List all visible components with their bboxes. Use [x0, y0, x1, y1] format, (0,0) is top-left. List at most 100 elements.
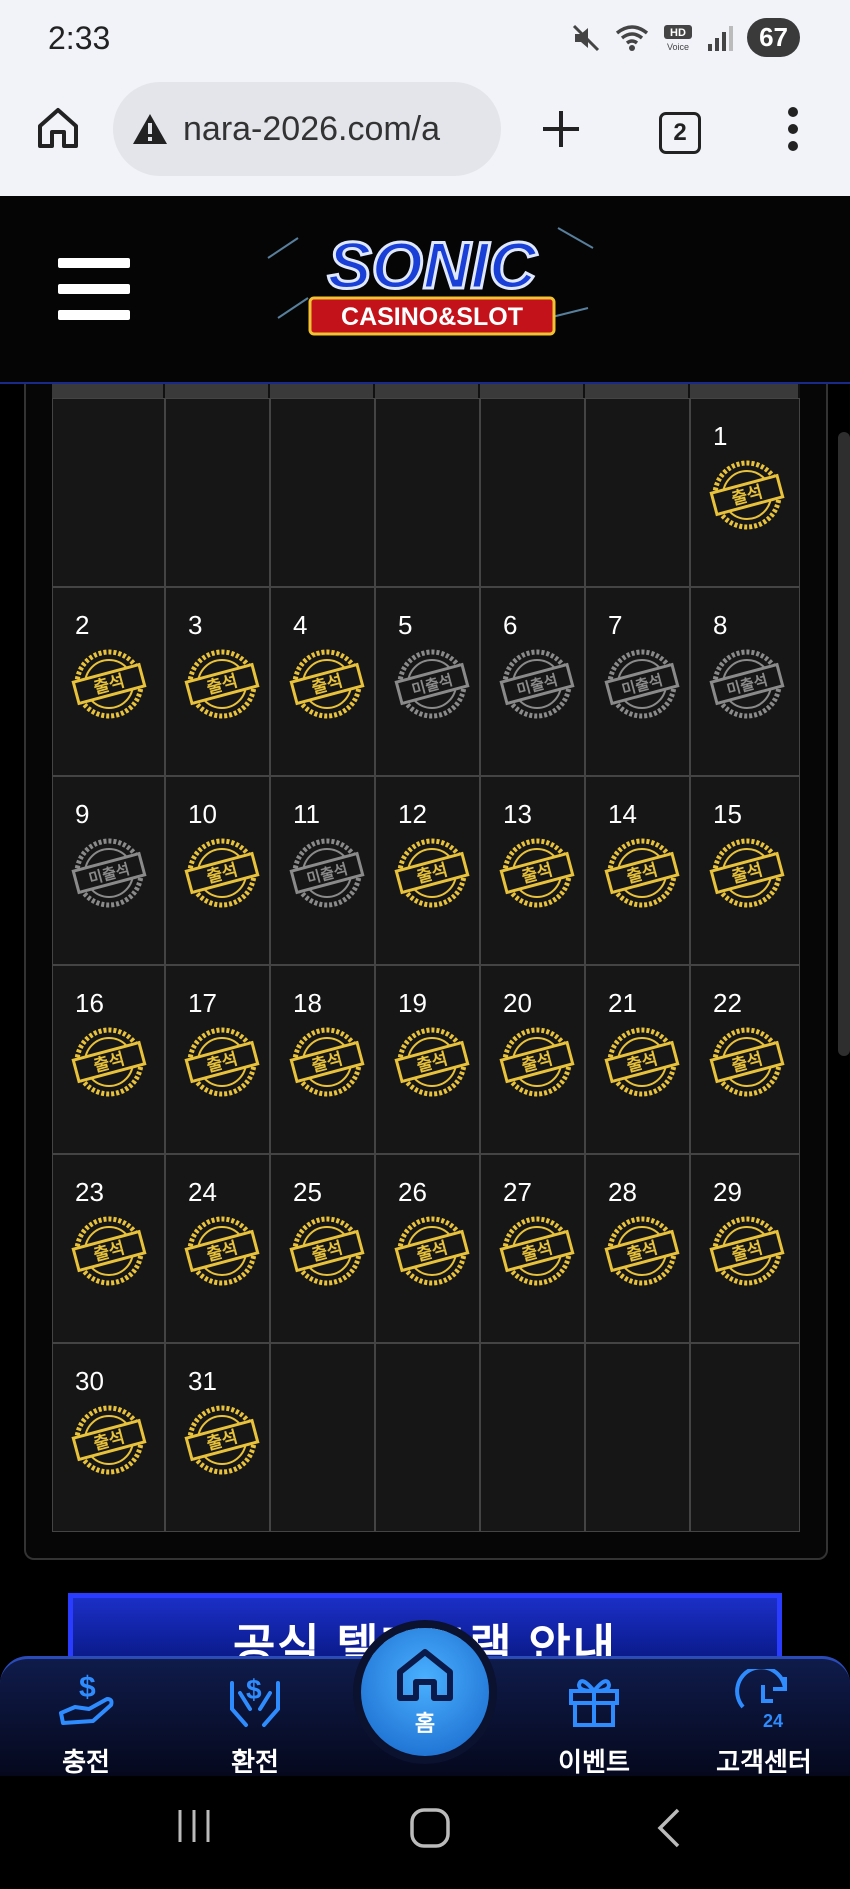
address-bar[interactable]: nara-2026.com/a — [113, 82, 501, 176]
missed-stamp-icon: 미출석 — [709, 649, 785, 719]
home-icon — [397, 1649, 453, 1701]
calendar-day-cell[interactable]: 1 출석 — [690, 398, 800, 587]
calendar-header-cell — [585, 384, 690, 398]
calendar-day-cell[interactable]: 10 출석 — [165, 776, 270, 965]
calendar-header-cell — [270, 384, 375, 398]
nav-deposit-label: 충전 — [62, 1747, 110, 1777]
calendar-day-cell[interactable]: 19 출석 — [375, 965, 480, 1154]
new-tab-icon[interactable] — [540, 108, 582, 150]
calendar-empty-cell — [480, 1343, 585, 1532]
nav-support-label: 고객센터 — [716, 1747, 812, 1777]
calendar-header-cell — [690, 384, 800, 398]
calendar-day-number: 10 — [188, 799, 217, 829]
calendar-day-cell[interactable]: 25 출석 — [270, 1154, 375, 1343]
home-icon[interactable] — [36, 106, 80, 150]
calendar-day-cell[interactable]: 16 출석 — [52, 965, 165, 1154]
calendar-empty-cell — [480, 398, 585, 587]
calendar-day-number: 12 — [398, 799, 427, 829]
attended-stamp-icon: 출석 — [71, 1027, 147, 1097]
logo-text-top: SONIC — [327, 228, 537, 302]
url-text[interactable]: nara-2026.com/a — [183, 110, 440, 149]
attended-stamp-icon: 출석 — [184, 1027, 260, 1097]
attended-stamp-icon: 출석 — [71, 649, 147, 719]
calendar-day-number: 8 — [713, 610, 728, 640]
calendar-day-cell[interactable]: 31 출석 — [165, 1343, 270, 1532]
calendar-day-cell[interactable]: 20 출석 — [480, 965, 585, 1154]
attended-stamp-icon: 출석 — [394, 838, 470, 908]
more-menu-icon[interactable] — [783, 106, 803, 152]
attendance-calendar: 1 출석 2 출석 3 출석 4 출석 5 미출석 6 미출석 7 미출석 8 미출석 9 미출석 10 출석 11 미출… — [24, 384, 828, 1560]
calendar-day-cell[interactable]: 14 출석 — [585, 776, 690, 965]
calendar-day-cell[interactable]: 21 출석 — [585, 965, 690, 1154]
calendar-day-number: 28 — [608, 1177, 637, 1207]
calendar-day-cell[interactable]: 17 출석 — [165, 965, 270, 1154]
calendar-day-cell[interactable]: 12 출석 — [375, 776, 480, 965]
site-header: SONIC CASINO&SLOT — [0, 196, 850, 384]
calendar-day-number: 19 — [398, 988, 427, 1018]
calendar-day-cell[interactable]: 2 출석 — [52, 587, 165, 776]
missed-stamp-icon: 미출석 — [71, 838, 147, 908]
menu-bar — [58, 258, 130, 268]
calendar-empty-cell — [690, 1343, 800, 1532]
system-home-icon[interactable] — [408, 1806, 452, 1850]
calendar-week-row: 23 출석 24 출석 25 출석 26 출석 27 출석 28 출석 29 출석 — [52, 1154, 826, 1343]
calendar-day-cell[interactable]: 8 미출석 — [690, 587, 800, 776]
nav-support[interactable]: 24 고객센터 — [704, 1665, 824, 1779]
calendar-day-number: 31 — [188, 1366, 217, 1396]
calendar-day-cell[interactable]: 3 출석 — [165, 587, 270, 776]
calendar-day-cell[interactable]: 23 출석 — [52, 1154, 165, 1343]
calendar-header-cell — [52, 384, 165, 398]
calendar-day-cell[interactable]: 30 출석 — [52, 1343, 165, 1532]
calendar-day-cell[interactable]: 4 출석 — [270, 587, 375, 776]
nav-withdraw[interactable]: $ 환전 — [195, 1669, 315, 1779]
missed-stamp-icon: 미출석 — [604, 649, 680, 719]
attended-stamp-icon: 출석 — [394, 1027, 470, 1097]
calendar-day-cell[interactable]: 5 미출석 — [375, 587, 480, 776]
calendar-empty-cell — [585, 398, 690, 587]
calendar-header-cell — [480, 384, 585, 398]
attended-stamp-icon: 출석 — [709, 1027, 785, 1097]
recent-apps-icon[interactable] — [174, 1806, 214, 1846]
page-scrollbar[interactable] — [838, 432, 850, 1056]
calendar-day-number: 21 — [608, 988, 637, 1018]
calendar-empty-cell — [270, 398, 375, 587]
status-time: 2:33 — [48, 20, 111, 56]
attended-stamp-icon: 출석 — [184, 838, 260, 908]
wifi-icon — [615, 24, 649, 51]
warning-icon[interactable] — [131, 112, 169, 146]
attended-stamp-icon: 출석 — [604, 1216, 680, 1286]
calendar-day-cell[interactable]: 7 미출석 — [585, 587, 690, 776]
attended-stamp-icon: 출석 — [499, 838, 575, 908]
calendar-day-cell[interactable]: 24 출석 — [165, 1154, 270, 1343]
calendar-day-cell[interactable]: 29 출석 — [690, 1154, 800, 1343]
calendar-day-cell[interactable]: 18 출석 — [270, 965, 375, 1154]
attended-stamp-icon: 출석 — [604, 838, 680, 908]
menu-button[interactable] — [58, 258, 130, 320]
tab-switcher-button[interactable]: 2 — [659, 112, 701, 154]
calendar-day-number: 3 — [188, 610, 203, 640]
nav-deposit[interactable]: $ 충전 — [26, 1669, 146, 1779]
nav-event[interactable]: 이벤트 — [534, 1669, 654, 1779]
calendar-day-cell[interactable]: 13 출석 — [480, 776, 585, 965]
svg-text:24: 24 — [763, 1711, 783, 1731]
calendar-day-cell[interactable]: 26 출석 — [375, 1154, 480, 1343]
attended-stamp-icon: 출석 — [604, 1027, 680, 1097]
attended-stamp-icon: 출석 — [499, 1027, 575, 1097]
calendar-day-cell[interactable]: 6 미출석 — [480, 587, 585, 776]
calendar-day-cell[interactable]: 9 미출석 — [52, 776, 165, 965]
calendar-day-cell[interactable]: 27 출석 — [480, 1154, 585, 1343]
calendar-day-cell[interactable]: 22 출석 — [690, 965, 800, 1154]
system-nav-bar — [0, 1776, 850, 1889]
calendar-day-number: 13 — [503, 799, 532, 829]
calendar-day-cell[interactable]: 28 출석 — [585, 1154, 690, 1343]
calendar-empty-cell — [585, 1343, 690, 1532]
nav-home[interactable]: 홈 — [361, 1628, 489, 1756]
calendar-week-row: 1 출석 — [52, 398, 826, 587]
calendar-day-number: 30 — [75, 1366, 104, 1396]
site-logo[interactable]: SONIC CASINO&SLOT — [258, 218, 606, 342]
attended-stamp-icon: 출석 — [709, 1216, 785, 1286]
calendar-day-number: 25 — [293, 1177, 322, 1207]
calendar-day-cell[interactable]: 15 출석 — [690, 776, 800, 965]
calendar-day-cell[interactable]: 11 미출석 — [270, 776, 375, 965]
back-icon[interactable] — [652, 1806, 686, 1850]
